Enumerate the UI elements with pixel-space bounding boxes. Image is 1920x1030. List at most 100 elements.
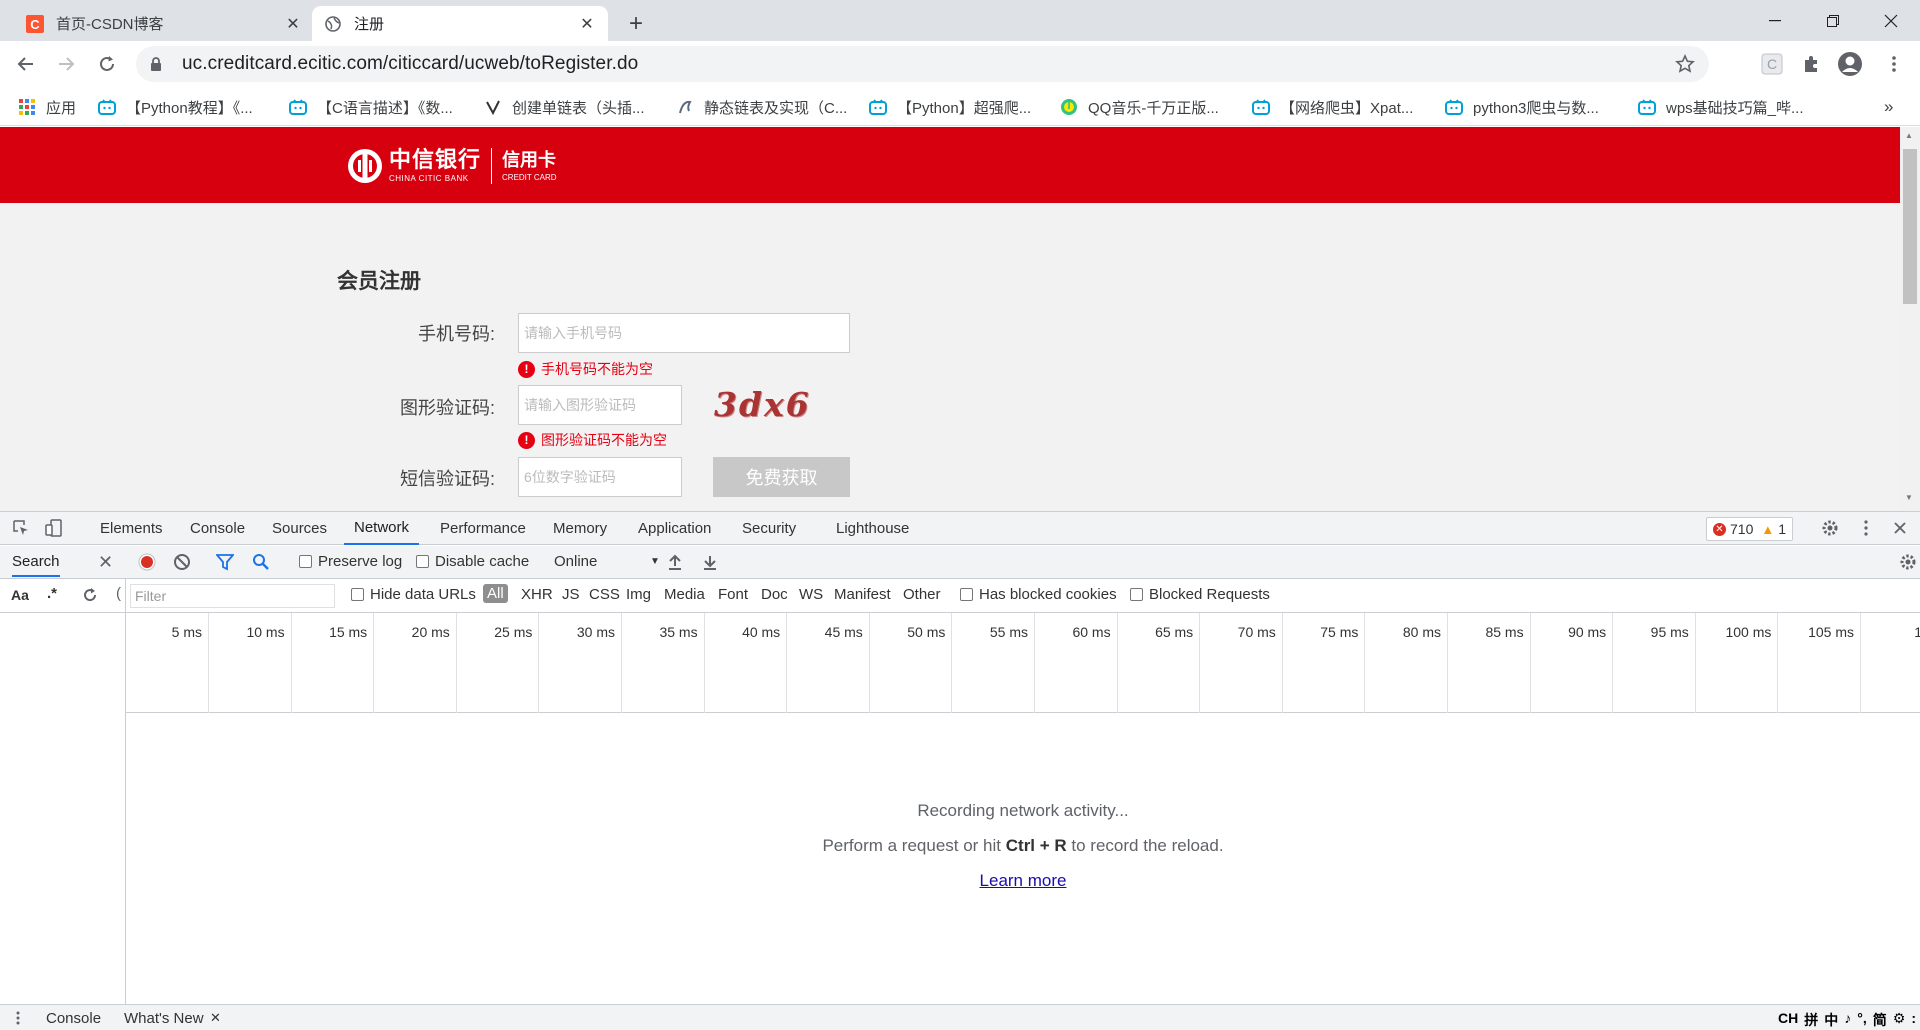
bookmark-item[interactable]: 静态链表及实现（C... [676,95,847,119]
learn-more-text[interactable]: Learn more [980,871,1067,890]
tab-register[interactable]: 注册 ✕ [312,6,608,41]
filter-type-manifest[interactable]: Manifest [834,586,891,603]
ime-moon-icon[interactable]: ♪ [1844,1010,1851,1030]
has-blocked-cookies-checkbox[interactable]: Has blocked cookies [960,586,1117,603]
network-settings-gear-icon[interactable] [1899,553,1917,571]
drawer-tab-console[interactable]: Console [46,1010,101,1027]
filter-type-font[interactable]: Font [718,586,748,603]
bookmark-item[interactable]: QQ音乐-千万正版... [1060,95,1219,119]
tab-memory[interactable]: Memory [553,512,607,545]
filter-type-css[interactable]: CSS [589,586,620,603]
import-har-icon[interactable] [668,554,682,570]
devtools-menu-icon[interactable] [1855,517,1877,539]
disable-cache-checkbox[interactable]: Disable cache [416,553,529,570]
drawer-tab-whats-new[interactable]: What's New [124,1010,204,1027]
scroll-down-arrow-icon[interactable]: ▼ [1905,493,1913,502]
ime-simplified-indicator[interactable]: 简 [1873,1010,1887,1030]
inspect-element-icon[interactable] [10,517,32,539]
bookmark-apps[interactable]: 应用 [18,95,76,119]
clear-search-icon[interactable]: ( [116,585,121,602]
reload-button[interactable] [91,48,123,80]
tab-sources[interactable]: Sources [272,512,327,545]
ime-settings-icon[interactable]: ⚙ [1893,1010,1906,1030]
bookmark-item[interactable]: 【Python教程】《... [98,95,253,119]
forward-button[interactable] [50,48,82,80]
ime-pinyin-indicator[interactable]: 拼 [1804,1010,1818,1030]
tab-csdn[interactable]: C 首页-CSDN博客 ✕ [14,6,314,41]
search-tab[interactable]: Search ✕ [0,546,126,579]
bookmark-item[interactable]: wps基础技巧篇_哔... [1638,95,1804,119]
close-window-button[interactable] [1862,0,1920,41]
phone-input[interactable]: 请输入手机号码 [518,313,850,353]
close-whats-new-icon[interactable]: ✕ [210,1010,221,1026]
filter-funnel-icon[interactable] [216,553,234,571]
drawer-menu-icon[interactable] [16,1010,20,1025]
throttling-select[interactable]: Online ▼ [554,553,674,570]
checkbox-box[interactable] [416,555,429,568]
close-tab-icon[interactable]: ✕ [284,15,302,33]
filter-type-img[interactable]: Img [626,586,651,603]
close-search-icon[interactable]: ✕ [98,552,113,573]
new-tab-button[interactable]: + [620,8,652,40]
checkbox-box[interactable] [1130,588,1143,601]
back-button[interactable] [10,48,42,80]
captcha-input[interactable]: 请输入图形验证码 [518,385,682,425]
regex-button[interactable]: .* [47,585,57,602]
filter-type-other[interactable]: Other [903,586,941,603]
clear-icon[interactable] [173,553,191,571]
device-toolbar-icon[interactable] [43,517,65,539]
page-scrollbar[interactable]: ▲ ▼ [1900,127,1920,511]
filter-type-doc[interactable]: Doc [761,586,788,603]
ime-punctuation-icon[interactable]: °, [1857,1010,1867,1030]
restore-button[interactable] [1804,0,1862,41]
ime-more-icon[interactable]: : [1911,1010,1916,1030]
bookmark-item[interactable]: python3爬虫与数... [1445,95,1599,119]
tab-elements[interactable]: Elements [100,512,163,545]
star-icon[interactable] [1675,54,1695,74]
bookmark-item[interactable]: 【Python】超强爬... [869,95,1031,119]
record-button[interactable] [138,553,156,571]
tab-security[interactable]: Security [742,512,796,545]
tab-network[interactable]: Network [344,512,420,545]
bookmarks-overflow-button[interactable]: » [1884,95,1893,119]
filter-type-ws[interactable]: WS [799,586,823,603]
match-case-button[interactable]: Aa [11,587,29,603]
ime-lang-indicator[interactable]: CH [1778,1010,1798,1030]
preserve-log-checkbox[interactable]: Preserve log [299,553,402,570]
extension-c-icon[interactable]: C [1756,48,1788,80]
checkbox-box[interactable] [299,555,312,568]
bookmark-item[interactable]: 【网络爬虫】Xpat... [1252,95,1413,119]
sms-code-input[interactable]: 6位数字验证码 [518,457,682,497]
extensions-puzzle-icon[interactable] [1795,48,1827,80]
settings-gear-icon[interactable] [1819,517,1841,539]
address-bar[interactable]: uc.creditcard.ecitic.com/citiccard/ucweb… [136,46,1709,82]
checkbox-box[interactable] [351,588,364,601]
filter-type-js[interactable]: JS [562,586,580,603]
bookmark-item[interactable]: 【C语言描述】《数... [289,95,453,119]
tab-lighthouse[interactable]: Lighthouse [836,512,909,545]
network-overview-timeline[interactable]: 5 ms 10 ms 15 ms 20 ms 25 ms 30 ms 35 ms 40 ms 4… [126,613,1920,713]
filter-type-xhr[interactable]: XHR [521,586,553,603]
refresh-icon[interactable] [82,587,98,603]
tab-console[interactable]: Console [190,512,245,545]
captcha-image[interactable]: 3dx6 [714,385,809,425]
blocked-requests-checkbox[interactable]: Blocked Requests [1130,586,1270,603]
scrollbar-thumb[interactable] [1903,149,1917,304]
menu-kebab-icon[interactable] [1878,48,1910,80]
issues-counter[interactable]: ✕ 710 ▲ 1 [1706,517,1794,541]
filter-type-all[interactable]: All [483,584,508,603]
close-tab-icon[interactable]: ✕ [578,15,596,33]
citic-logo[interactable]: 中信银行 CHINA CITIC BANK 信用卡 CREDIT CARD [347,145,557,187]
filter-type-media[interactable]: Media [664,586,705,603]
minimize-button[interactable] [1746,0,1804,41]
export-har-icon[interactable] [703,554,717,570]
tab-performance[interactable]: Performance [440,512,526,545]
profile-avatar-icon[interactable] [1834,48,1866,80]
learn-more-link[interactable]: Learn more [126,871,1920,891]
tab-application[interactable]: Application [638,512,711,545]
search-icon[interactable] [252,553,270,571]
ime-chinese-indicator[interactable]: 中 [1824,1010,1838,1030]
scroll-up-arrow-icon[interactable]: ▲ [1905,131,1913,140]
checkbox-box[interactable] [960,588,973,601]
filter-input[interactable]: Filter [130,584,335,608]
